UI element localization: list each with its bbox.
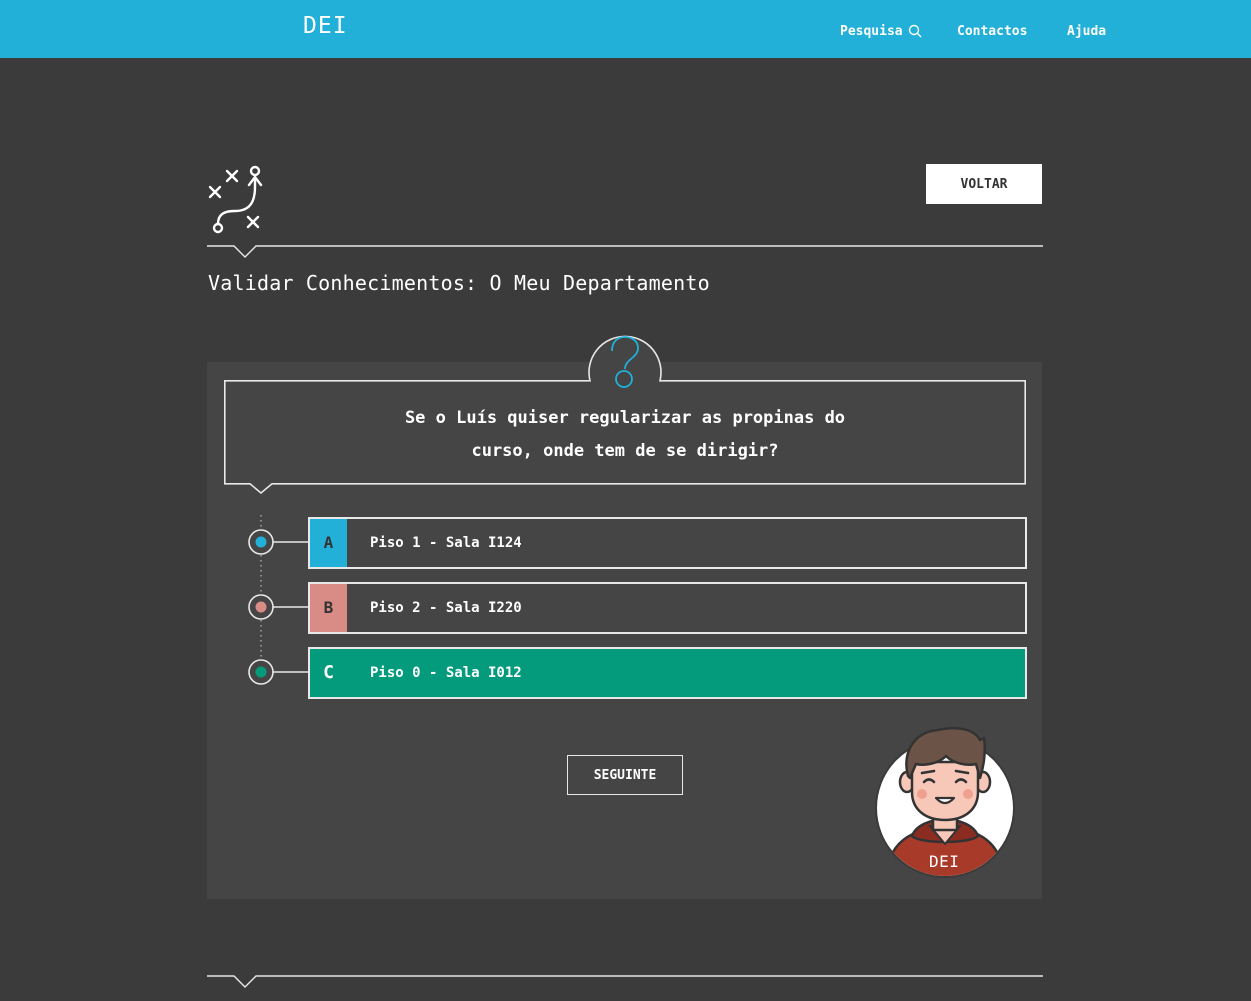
option-letter: B <box>310 584 347 632</box>
option-letter: A <box>310 519 347 567</box>
search-icon <box>908 24 922 38</box>
header-divider <box>207 245 1043 258</box>
option-letter: C <box>310 649 347 697</box>
page-title: Validar Conhecimentos: O Meu Departament… <box>208 271 710 295</box>
back-button[interactable]: VOLTAR <box>926 164 1042 204</box>
answer-option-a[interactable]: A Piso 1 - Sala I124 <box>308 517 1027 569</box>
radio-b <box>248 594 309 620</box>
nav-search[interactable]: Pesquisa <box>840 24 922 39</box>
option-text: Piso 2 - Sala I220 <box>370 600 522 616</box>
question-text: Se o Luís quiser regularizar as propinas… <box>226 402 1024 468</box>
question-line: Se o Luís quiser regularizar as propinas… <box>404 408 846 428</box>
answer-option-c[interactable]: C Piso 0 - Sala I012 <box>308 647 1027 699</box>
next-button[interactable]: SEGUINTE <box>567 755 683 795</box>
nav-search-label: Pesquisa <box>840 24 903 39</box>
nav-contactos[interactable]: Contactos <box>957 24 1027 39</box>
question-line: curso, onde tem de se dirigir? <box>471 441 779 461</box>
radio-c <box>248 659 309 685</box>
footer-divider <box>207 975 1043 988</box>
option-text: Piso 0 - Sala I012 <box>370 665 522 681</box>
radio-a <box>248 529 309 555</box>
option-text: Piso 1 - Sala I124 <box>370 535 522 551</box>
brand-logo[interactable]: DEI <box>303 13 348 39</box>
game-strategy-icon <box>208 165 263 234</box>
answer-option-b[interactable]: B Piso 2 - Sala I220 <box>308 582 1027 634</box>
mascot-label: DEI <box>929 852 960 871</box>
nav-ajuda[interactable]: Ajuda <box>1067 24 1106 39</box>
answer-timeline <box>248 515 309 685</box>
top-navbar: DEI Pesquisa Contactos Ajuda <box>0 0 1251 58</box>
